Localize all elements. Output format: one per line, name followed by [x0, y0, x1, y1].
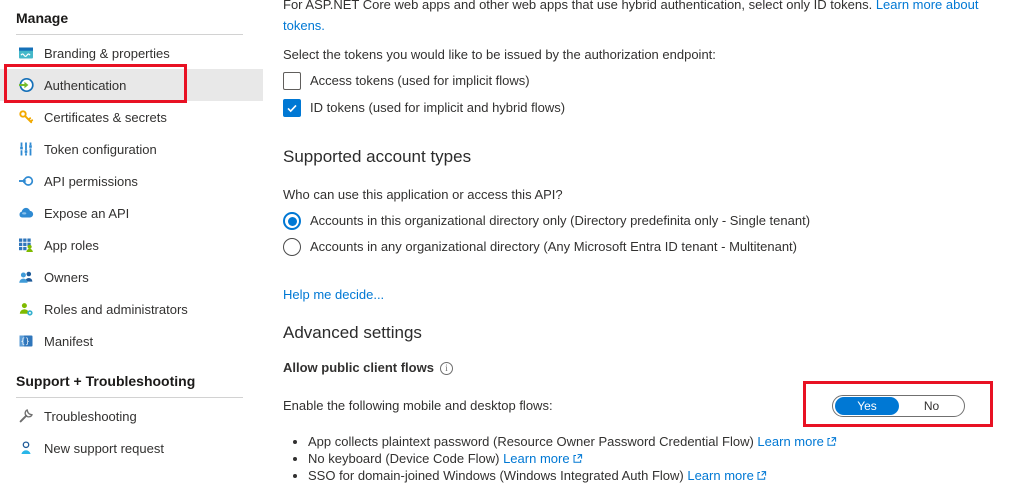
sidebar-item-label: Certificates & secrets: [44, 110, 167, 125]
sidebar-item-api-permissions[interactable]: API permissions: [0, 165, 263, 197]
token-configuration-icon: [18, 141, 34, 157]
roles-administrators-icon: [18, 301, 34, 317]
sidebar-item-label: Authentication: [44, 78, 126, 93]
sidebar-heading-manage: Manage: [16, 10, 243, 26]
expose-api-icon: [18, 205, 34, 221]
support-request-icon: [18, 440, 34, 456]
sidebar-item-certificates-secrets[interactable]: Certificates & secrets: [0, 101, 263, 133]
multitenant-radio[interactable]: [283, 238, 301, 256]
id-tokens-row: ID tokens (used for implicit and hybrid …: [283, 98, 1016, 118]
who-can-use-question: Who can use this application or access t…: [283, 185, 1016, 205]
external-link-icon: [756, 470, 767, 481]
external-link-icon: [826, 436, 837, 447]
sidebar-item-branding-properties[interactable]: Branding & properties: [0, 37, 263, 69]
bullet-text: No keyboard (Device Code Flow): [308, 451, 503, 466]
sidebar-item-authentication[interactable]: Authentication: [0, 69, 263, 101]
sidebar-item-label: App roles: [44, 238, 99, 253]
single-tenant-label: Accounts in this organizational director…: [310, 211, 810, 231]
owners-icon: [18, 269, 34, 285]
toggle-yes-option[interactable]: Yes: [835, 397, 899, 415]
divider: [16, 397, 243, 398]
list-item: No keyboard (Device Code Flow) Learn mor…: [308, 450, 1016, 467]
sidebar-item-label: Manifest: [44, 334, 93, 349]
supported-account-types-heading: Supported account types: [283, 146, 1016, 168]
enable-flows-row: Enable the following mobile and desktop …: [283, 394, 1016, 418]
bullet-text: App collects plaintext password (Resourc…: [308, 434, 757, 449]
single-tenant-row: Accounts in this organizational director…: [283, 211, 1016, 231]
help-me-decide-link[interactable]: Help me decide...: [283, 287, 384, 302]
sidebar-item-label: Troubleshooting: [44, 409, 137, 424]
authentication-icon: [18, 77, 34, 93]
sidebar-item-label: Owners: [44, 270, 89, 285]
sidebar-item-troubleshooting[interactable]: Troubleshooting: [0, 400, 263, 432]
sidebar-item-label: Branding & properties: [44, 46, 170, 61]
troubleshooting-icon: [18, 408, 34, 424]
allow-public-client-flows-label-row: Allow public client flows: [283, 359, 1016, 377]
sidebar-item-label: Expose an API: [44, 206, 129, 221]
learn-more-link[interactable]: Learn more: [757, 434, 823, 449]
branding-icon: [18, 45, 34, 61]
authentication-settings-panel: For ASP.NET Core web apps and other web …: [283, 0, 1016, 484]
sidebar-heading-support: Support + Troubleshooting: [16, 373, 243, 389]
manifest-icon: {}: [18, 333, 34, 349]
hybrid-auth-note: For ASP.NET Core web apps and other web …: [283, 0, 1016, 36]
sidebar-item-label: API permissions: [44, 174, 138, 189]
sidebar-item-expose-api[interactable]: Expose an API: [0, 197, 263, 229]
toggle-no-option[interactable]: No: [899, 396, 964, 416]
advanced-settings-heading: Advanced settings: [283, 322, 1016, 344]
access-tokens-checkbox[interactable]: [283, 72, 301, 90]
external-link-icon: [572, 453, 583, 464]
sidebar-item-label: New support request: [44, 441, 164, 456]
public-client-flows-toggle[interactable]: Yes No: [832, 395, 965, 417]
sidebar-item-new-support-request[interactable]: New support request: [0, 432, 263, 464]
access-tokens-label: Access tokens (used for implicit flows): [310, 71, 530, 91]
bullet-text: SSO for domain-joined Windows (Windows I…: [308, 468, 687, 483]
multitenant-label: Accounts in any organizational directory…: [310, 237, 797, 257]
enable-flows-label: Enable the following mobile and desktop …: [283, 396, 553, 416]
id-tokens-label: ID tokens (used for implicit and hybrid …: [310, 98, 565, 118]
api-permissions-icon: [18, 173, 34, 189]
sidebar-item-app-roles[interactable]: App roles: [0, 229, 263, 261]
sidebar-item-owners[interactable]: Owners: [0, 261, 263, 293]
sidebar-item-token-configuration[interactable]: Token configuration: [0, 133, 263, 165]
sidebar-item-roles-administrators[interactable]: Roles and administrators: [0, 293, 263, 325]
app-root: Manage Branding & properties Authenticat…: [0, 0, 1016, 495]
single-tenant-radio[interactable]: [283, 212, 301, 230]
list-item: SSO for domain-joined Windows (Windows I…: [308, 467, 1016, 484]
hybrid-auth-note-text: For ASP.NET Core web apps and other web …: [283, 0, 876, 12]
certificates-icon: [18, 109, 34, 125]
sidebar-item-manifest[interactable]: {} Manifest: [0, 325, 263, 357]
access-tokens-row: Access tokens (used for implicit flows): [283, 71, 1016, 91]
learn-more-link[interactable]: Learn more: [503, 451, 569, 466]
info-icon[interactable]: [440, 362, 453, 375]
list-item: App collects plaintext password (Resourc…: [308, 433, 1016, 450]
svg-text:{}: {}: [21, 337, 30, 346]
sidebar: Manage Branding & properties Authenticat…: [0, 0, 263, 464]
app-roles-icon: [18, 237, 34, 253]
allow-public-client-flows-label: Allow public client flows: [283, 359, 434, 377]
id-tokens-checkbox[interactable]: [283, 99, 301, 117]
divider: [16, 34, 243, 35]
multitenant-row: Accounts in any organizational directory…: [283, 237, 1016, 257]
public-client-flows-list: App collects plaintext password (Resourc…: [283, 433, 1016, 484]
sidebar-item-label: Token configuration: [44, 142, 157, 157]
learn-more-link[interactable]: Learn more: [687, 468, 753, 483]
sidebar-item-label: Roles and administrators: [44, 302, 188, 317]
token-selection-prompt: Select the tokens you would like to be i…: [283, 45, 1016, 65]
